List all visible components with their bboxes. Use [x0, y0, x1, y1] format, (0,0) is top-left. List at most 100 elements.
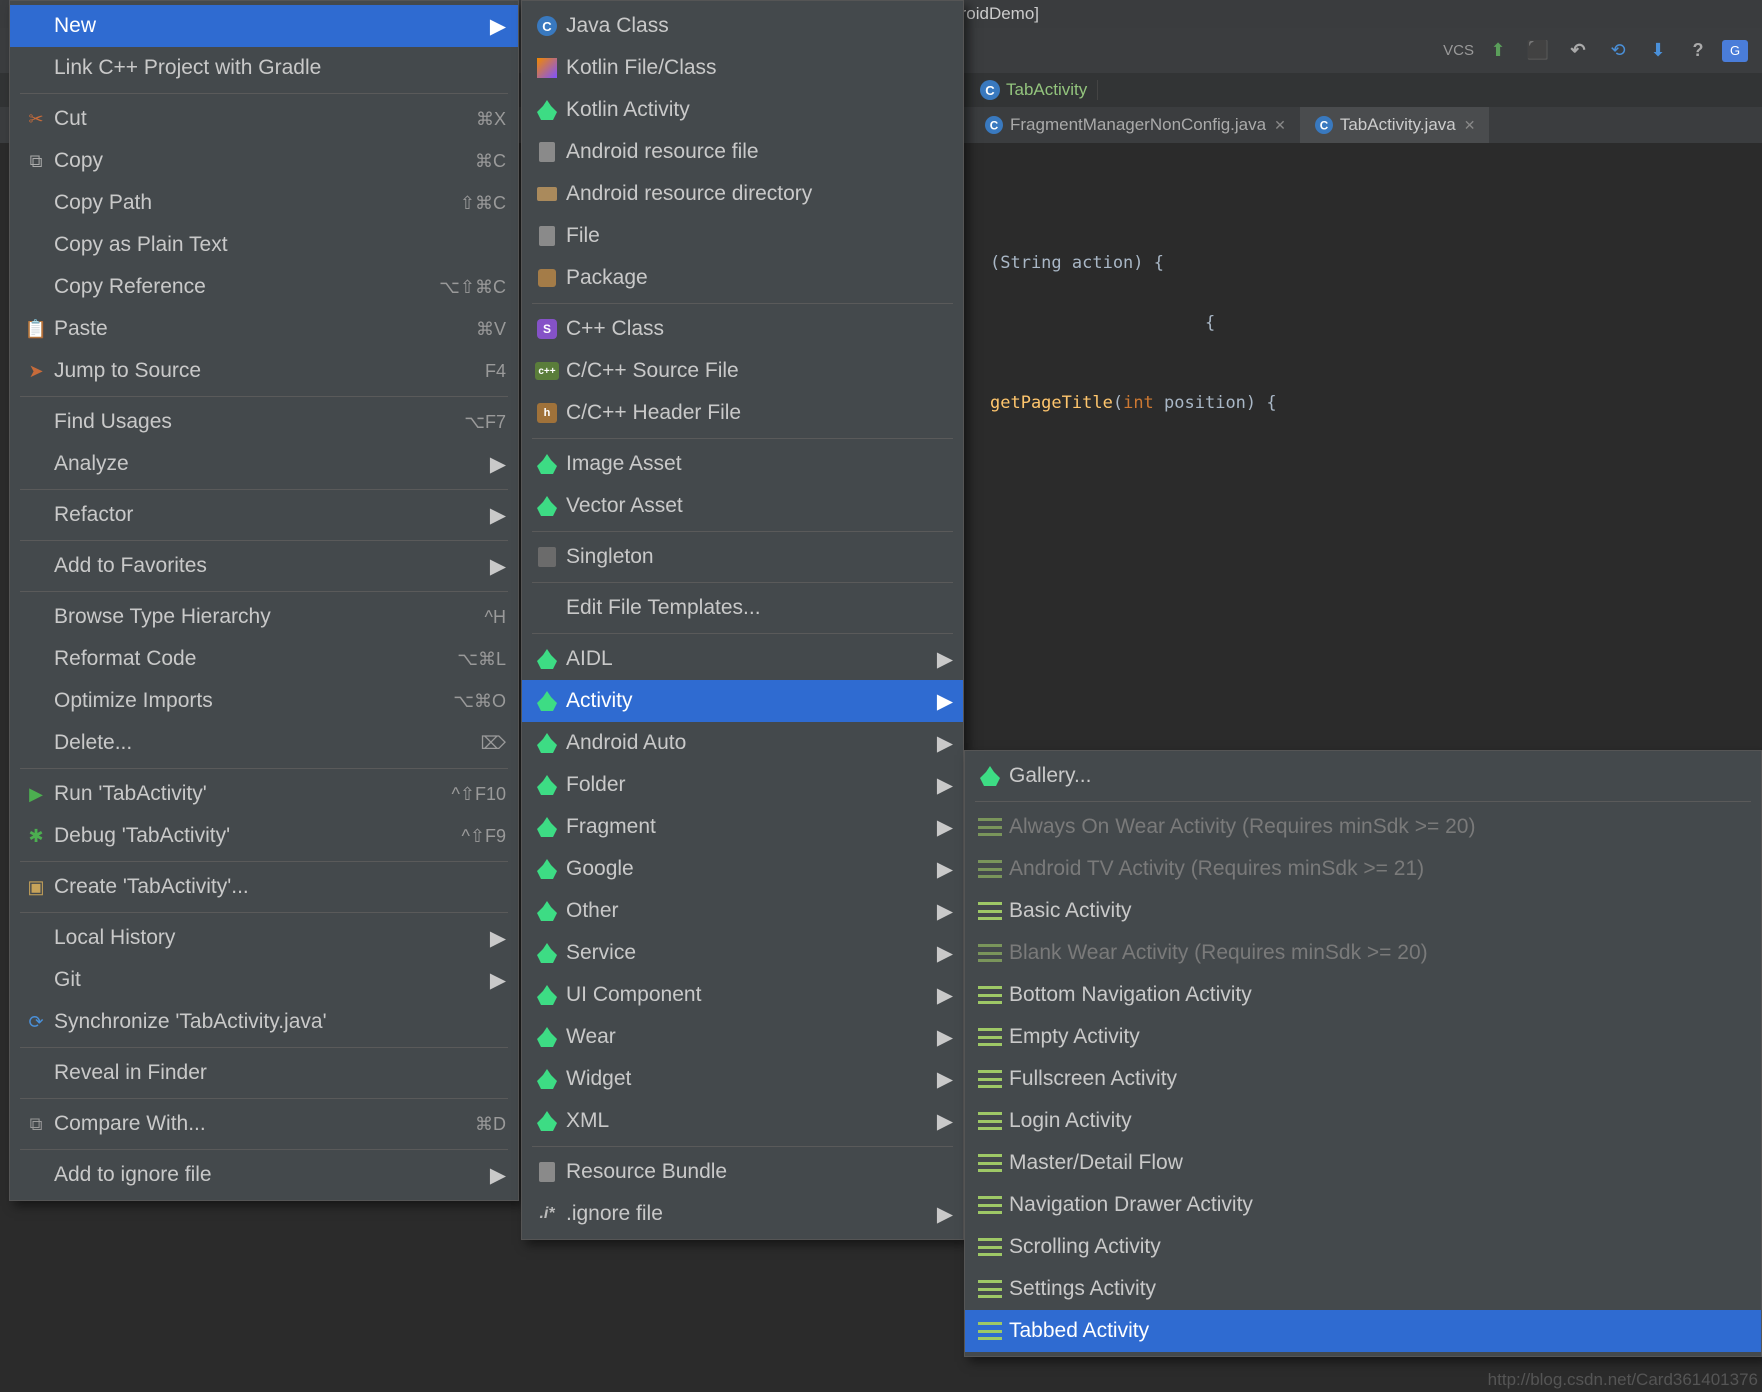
avd-manager-icon[interactable]: ⬇ — [1642, 35, 1674, 67]
undo-icon[interactable]: ↶ — [1562, 35, 1594, 67]
menu-item-run[interactable]: ▶ Run 'TabActivity' ^⇧F10 — [10, 773, 518, 815]
menu-item-image-asset[interactable]: Image Asset — [522, 443, 963, 485]
menu-item-find-usages[interactable]: Find Usages ⌥F7 — [10, 401, 518, 443]
menu-item-paste[interactable]: 📋 Paste ⌘V — [10, 308, 518, 350]
menu-item-jump-source[interactable]: ➤ Jump to Source F4 — [10, 350, 518, 392]
vcs-update-icon[interactable]: ⬆ — [1482, 35, 1514, 67]
menu-item-widget[interactable]: Widget ▶ — [522, 1058, 963, 1100]
menu-item-ui-component[interactable]: UI Component ▶ — [522, 974, 963, 1016]
menu-item-tabbed-activity[interactable]: Tabbed Activity — [965, 1310, 1761, 1352]
breadcrumb-item[interactable]: C TabActivity — [970, 80, 1098, 100]
new-submenu: C Java Class Kotlin File/Class Kotlin Ac… — [521, 0, 964, 1240]
menu-item-link-cpp[interactable]: Link C++ Project with Gradle — [10, 47, 518, 89]
help-icon[interactable]: ? — [1682, 35, 1714, 67]
menu-item-favorites[interactable]: Add to Favorites ▶ — [10, 545, 518, 587]
menu-item-bottom-nav[interactable]: Bottom Navigation Activity — [965, 974, 1761, 1016]
submenu-arrow-icon: ▶ — [490, 554, 506, 579]
menu-item-reveal-finder[interactable]: Reveal in Finder — [10, 1052, 518, 1094]
menu-separator — [532, 303, 953, 304]
close-icon[interactable]: ✕ — [1274, 117, 1286, 134]
menu-item-service[interactable]: Service ▶ — [522, 932, 963, 974]
menu-item-ignore-file[interactable]: .i* .ignore file ▶ — [522, 1193, 963, 1235]
menu-item-resource-bundle[interactable]: Resource Bundle — [522, 1151, 963, 1193]
menu-item-folder[interactable]: Folder ▶ — [522, 764, 963, 806]
menu-item-other[interactable]: Other ▶ — [522, 890, 963, 932]
submenu-arrow-icon: ▶ — [937, 1025, 953, 1050]
menu-item-kotlin-activity[interactable]: Kotlin Activity — [522, 89, 963, 131]
menu-item-fullscreen-activity[interactable]: Fullscreen Activity — [965, 1058, 1761, 1100]
menu-item-optimize-imports[interactable]: Optimize Imports ⌥⌘O — [10, 680, 518, 722]
menu-item-vector-asset[interactable]: Vector Asset — [522, 485, 963, 527]
menu-item-resource-file[interactable]: Android resource file — [522, 131, 963, 173]
menu-item-android-auto[interactable]: Android Auto ▶ — [522, 722, 963, 764]
menu-item-copy-path[interactable]: Copy Path ⇧⌘C — [10, 182, 518, 224]
file-icon — [539, 226, 555, 246]
vcs-commit-icon[interactable]: ⬛ — [1522, 35, 1554, 67]
editor-tab[interactable]: C FragmentManagerNonConfig.java ✕ — [970, 107, 1300, 143]
menu-item-wear[interactable]: Wear ▶ — [522, 1016, 963, 1058]
menu-item-resource-dir[interactable]: Android resource directory — [522, 173, 963, 215]
submenu-arrow-icon: ▶ — [937, 857, 953, 882]
menu-item-singleton[interactable]: Singleton — [522, 536, 963, 578]
menu-separator — [532, 531, 953, 532]
android-icon — [537, 775, 557, 795]
menu-item-xml[interactable]: XML ▶ — [522, 1100, 963, 1142]
menu-item-kotlin-file[interactable]: Kotlin File/Class — [522, 47, 963, 89]
menu-item-settings-activity[interactable]: Settings Activity — [965, 1268, 1761, 1310]
singleton-icon — [538, 547, 556, 567]
menu-item-cpp-header[interactable]: h C/C++ Header File — [522, 392, 963, 434]
menu-item-scrolling-activity[interactable]: Scrolling Activity — [965, 1226, 1761, 1268]
menu-item-java-class[interactable]: C Java Class — [522, 5, 963, 47]
android-icon — [537, 943, 557, 963]
menu-item-new[interactable]: New ▶ — [10, 5, 518, 47]
menu-item-cpp-source[interactable]: c++ C/C++ Source File — [522, 350, 963, 392]
android-icon — [537, 985, 557, 1005]
close-icon[interactable]: ✕ — [1464, 117, 1476, 134]
menu-item-package[interactable]: Package — [522, 257, 963, 299]
menu-item-cut[interactable]: ✂ Cut ⌘X — [10, 98, 518, 140]
menu-item-master-detail[interactable]: Master/Detail Flow — [965, 1142, 1761, 1184]
menu-item-cpp-class[interactable]: S C++ Class — [522, 308, 963, 350]
menu-item-copy-reference[interactable]: Copy Reference ⌥⇧⌘C — [10, 266, 518, 308]
menu-separator — [20, 1098, 508, 1099]
template-icon — [978, 1028, 1002, 1046]
menu-item-add-ignore[interactable]: Add to ignore file ▶ — [10, 1154, 518, 1196]
menu-item-browse-hierarchy[interactable]: Browse Type Hierarchy ^H — [10, 596, 518, 638]
menu-item-git[interactable]: Git ▶ — [10, 959, 518, 1001]
menu-item-synchronize[interactable]: ⟳ Synchronize 'TabActivity.java' — [10, 1001, 518, 1043]
menu-item-copy-plain[interactable]: Copy as Plain Text — [10, 224, 518, 266]
submenu-arrow-icon: ▶ — [937, 689, 953, 714]
menu-separator — [975, 801, 1751, 802]
menu-item-copy[interactable]: ⧉ Copy ⌘C — [10, 140, 518, 182]
menu-item-activity[interactable]: Activity ▶ — [522, 680, 963, 722]
menu-item-refactor[interactable]: Refactor ▶ — [10, 494, 518, 536]
menu-item-create-run-config[interactable]: ▣ Create 'TabActivity'... — [10, 866, 518, 908]
template-icon — [978, 1112, 1002, 1130]
translate-icon[interactable]: G — [1722, 40, 1748, 62]
editor-tab[interactable]: C TabActivity.java ✕ — [1300, 107, 1490, 143]
menu-item-gallery[interactable]: Gallery... — [965, 755, 1761, 797]
menu-item-empty-activity[interactable]: Empty Activity — [965, 1016, 1761, 1058]
cpp-class-icon: S — [537, 319, 557, 339]
menu-item-delete[interactable]: Delete... ⌦ — [10, 722, 518, 764]
submenu-arrow-icon: ▶ — [937, 731, 953, 756]
package-icon — [538, 269, 556, 287]
menu-item-fragment[interactable]: Fragment ▶ — [522, 806, 963, 848]
menu-item-nav-drawer[interactable]: Navigation Drawer Activity — [965, 1184, 1761, 1226]
template-icon — [978, 1280, 1002, 1298]
menu-item-analyze[interactable]: Analyze ▶ — [10, 443, 518, 485]
menu-item-edit-templates[interactable]: Edit File Templates... — [522, 587, 963, 629]
menu-item-basic-activity[interactable]: Basic Activity — [965, 890, 1761, 932]
menu-item-aidl[interactable]: AIDL ▶ — [522, 638, 963, 680]
menu-item-local-history[interactable]: Local History ▶ — [10, 917, 518, 959]
menu-item-login-activity[interactable]: Login Activity — [965, 1100, 1761, 1142]
menu-item-compare[interactable]: ⧉ Compare With... ⌘D — [10, 1103, 518, 1145]
menu-item-file[interactable]: File — [522, 215, 963, 257]
sync-icon: ⟳ — [22, 1012, 50, 1033]
menu-item-reformat[interactable]: Reformat Code ⌥⌘L — [10, 638, 518, 680]
menu-item-google[interactable]: Google ▶ — [522, 848, 963, 890]
watermark: http://blog.csdn.net/Card361401376 — [1488, 1370, 1758, 1390]
sync-project-icon[interactable]: ⟲ — [1602, 35, 1634, 67]
menu-item-debug[interactable]: ✱ Debug 'TabActivity' ^⇧F9 — [10, 815, 518, 857]
java-class-icon: C — [985, 116, 1003, 134]
